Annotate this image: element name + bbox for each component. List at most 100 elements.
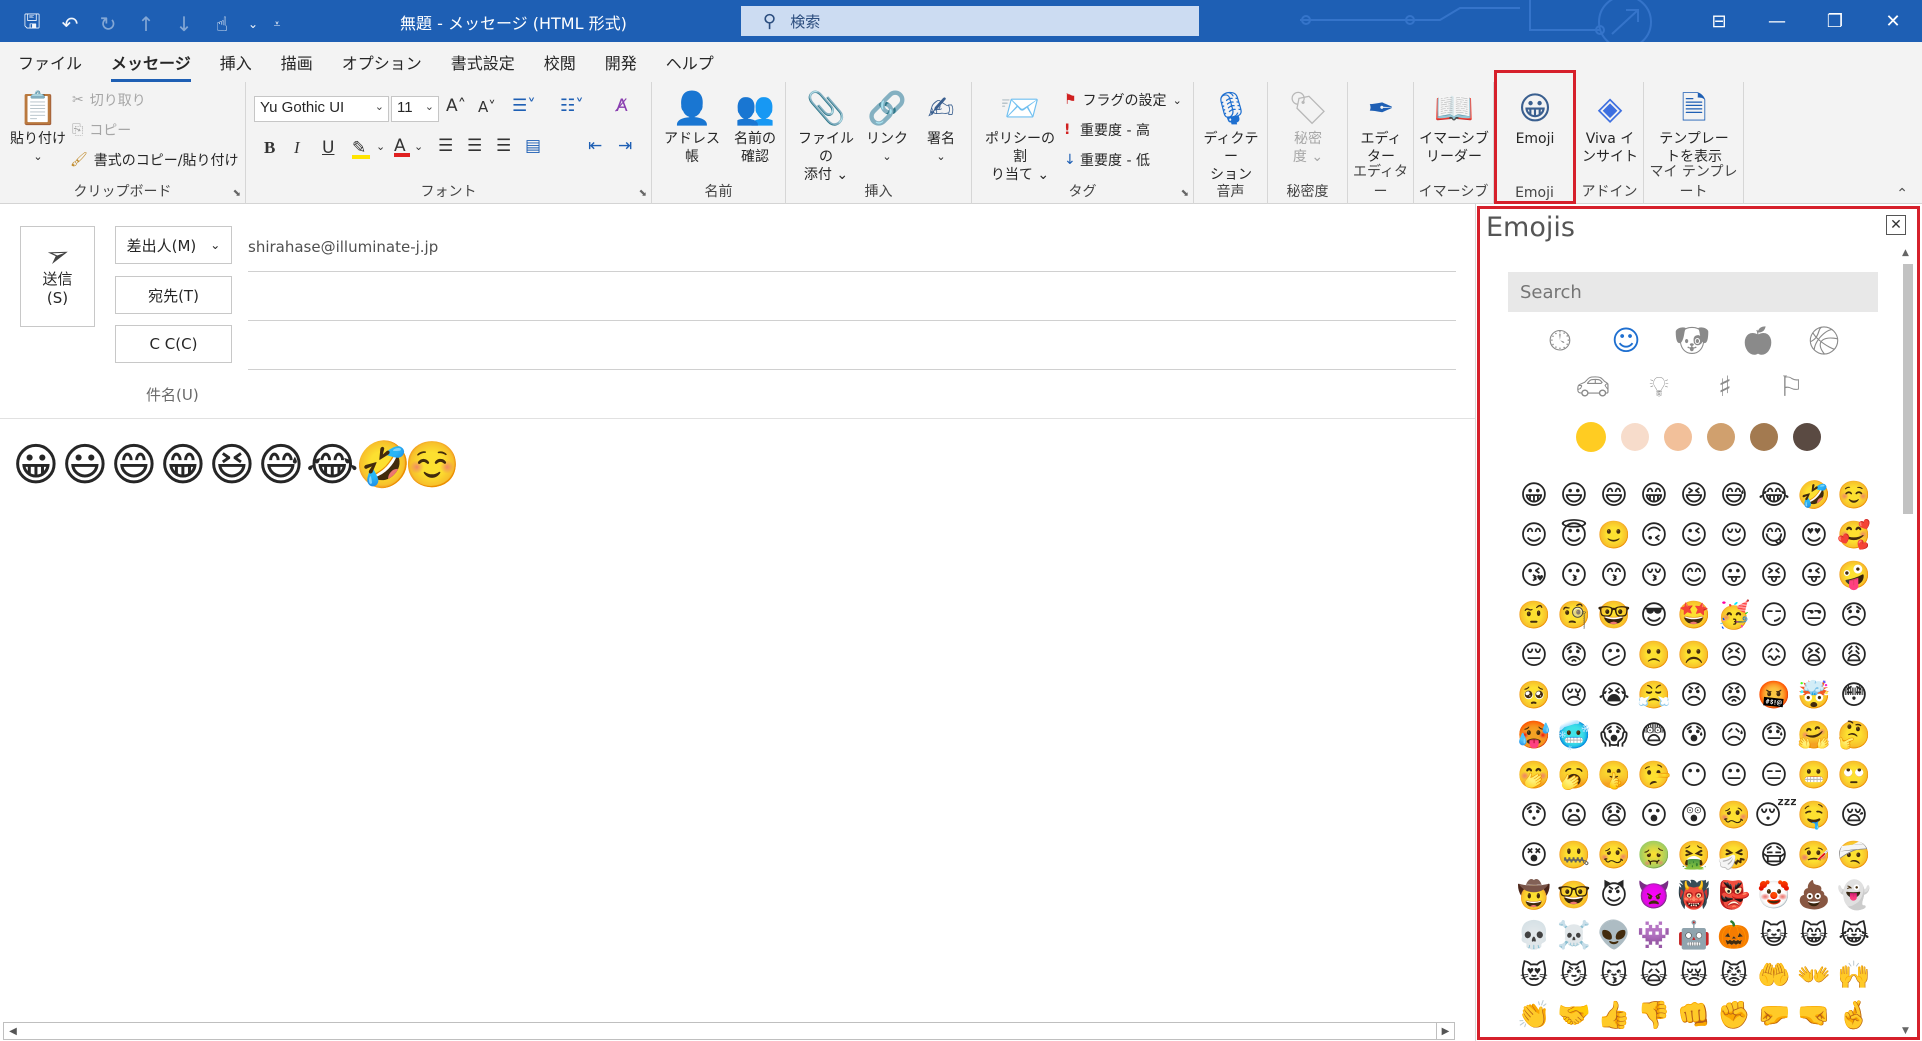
emoji-item[interactable]: 🤝 <box>1554 996 1594 1036</box>
sensitivity-button[interactable]: 🏷 秘密 度 ⌄ <box>1278 86 1338 166</box>
emoji-item[interactable]: 💩 <box>1794 876 1834 916</box>
redo-icon[interactable]: ↻ <box>94 12 122 36</box>
emoji-item[interactable]: 😟 <box>1554 636 1594 676</box>
emoji-item[interactable]: 🤢 <box>1634 836 1674 876</box>
emoji-item[interactable]: ☠️ <box>1554 916 1594 956</box>
cc-field[interactable] <box>248 369 1456 370</box>
chevron-down-icon[interactable]: ⌄ <box>246 17 260 31</box>
shrink-font-icon[interactable]: A˅ <box>478 98 496 116</box>
clear-formatting-icon[interactable]: A̸ <box>616 96 628 116</box>
increase-indent-icon[interactable]: ⇥ <box>618 136 632 156</box>
emoji-item[interactable]: 😈 <box>1594 876 1634 916</box>
emoji-search-input[interactable] <box>1508 272 1878 312</box>
cc-button[interactable]: C C(C) <box>115 325 232 363</box>
tab-message[interactable]: メッセージ <box>111 50 191 82</box>
emoji-item[interactable]: 😊 <box>1514 516 1554 556</box>
dialog-launcher-icon[interactable]: ⬊ <box>233 188 241 199</box>
emoji-panel-scrollbar[interactable]: ▲ ▼ <box>1900 248 1916 1036</box>
scrollbar-thumb[interactable] <box>1903 264 1913 514</box>
emoji-item[interactable]: 😭 <box>1594 676 1634 716</box>
horizontal-scrollbar[interactable]: ◀ ▶ <box>3 1022 1455 1040</box>
address-book-button[interactable]: 👤 アドレス帳 <box>662 86 722 166</box>
emoji-item[interactable]: 😗 <box>1554 556 1594 596</box>
emoji-item[interactable]: ✊ <box>1714 996 1754 1036</box>
view-templates-button[interactable]: 🗎 テンプレー トを表示 <box>1652 86 1736 166</box>
emoji-item[interactable]: 🤤 <box>1794 796 1834 836</box>
emoji-item[interactable]: 😶 <box>1674 756 1714 796</box>
skin-tone-swatch[interactable] <box>1707 423 1735 451</box>
link-button[interactable]: 🔗 リンク ⌄ <box>862 86 912 166</box>
emoji-item[interactable]: 😱 <box>1594 716 1634 756</box>
emoji-item[interactable]: 😷 <box>1754 836 1794 876</box>
font-name-select[interactable]: Yu Gothic UI ⌄ <box>254 96 389 122</box>
align-center-icon[interactable]: ☰ <box>467 136 482 156</box>
emoji-item[interactable]: 🥰 <box>1834 516 1874 556</box>
emoji-item[interactable]: 😳 <box>1834 676 1874 716</box>
viva-insights-button[interactable]: ◈ Viva イ ンサイト <box>1580 86 1640 166</box>
chevron-down-icon[interactable]: ⌄ <box>376 140 385 153</box>
emoji-item[interactable]: 👿 <box>1634 876 1674 916</box>
emoji-item[interactable]: 😖 <box>1754 636 1794 676</box>
emoji-item[interactable]: 😢 <box>1554 676 1594 716</box>
emoji-item[interactable]: 😠 <box>1674 676 1714 716</box>
emoji-item[interactable]: 😵 <box>1514 836 1554 876</box>
emoji-item[interactable]: 😒 <box>1794 596 1834 636</box>
emoji-item[interactable]: 🤯 <box>1794 676 1834 716</box>
emoji-item[interactable]: 🤥 <box>1634 756 1674 796</box>
grow-font-icon[interactable]: A˄ <box>446 96 466 116</box>
emoji-item[interactable]: 🤐 <box>1554 836 1594 876</box>
emoji-item[interactable]: 😐 <box>1714 756 1754 796</box>
emoji-item[interactable]: 👽 <box>1594 916 1634 956</box>
emoji-item[interactable]: 😫 <box>1794 636 1834 676</box>
scroll-down-icon[interactable]: ▼ <box>1902 1026 1909 1036</box>
emoji-item[interactable]: 🥳 <box>1714 596 1754 636</box>
align-right-icon[interactable]: ☰ <box>496 136 511 156</box>
minimize-icon[interactable]: — <box>1748 0 1806 42</box>
emoji-item[interactable]: 🤖 <box>1674 916 1714 956</box>
touch-icon[interactable]: ☝ <box>208 12 236 36</box>
emoji-item[interactable]: 🤩 <box>1674 596 1714 636</box>
emoji-item[interactable]: 🥵 <box>1514 716 1554 756</box>
emoji-item[interactable]: 🤒 <box>1794 836 1834 876</box>
emoji-item[interactable]: 😎 <box>1634 596 1674 636</box>
emoji-item[interactable]: 🤗 <box>1794 716 1834 756</box>
emoji-item[interactable]: 😺 <box>1754 916 1794 956</box>
customize-icon[interactable]: ⩡ <box>270 17 284 32</box>
emoji-item[interactable]: 😝 <box>1754 556 1794 596</box>
skin-tone-swatch[interactable] <box>1576 422 1606 452</box>
to-button[interactable]: 宛先(T) <box>115 276 232 314</box>
cut-button[interactable]: ✂ 切り取り <box>72 90 146 110</box>
font-color-icon[interactable]: A <box>394 136 410 157</box>
emoji-item[interactable]: 🙌 <box>1834 956 1874 996</box>
emoji-item[interactable]: ☹️ <box>1674 636 1714 676</box>
flags-icon[interactable]: ⚐ <box>1758 370 1824 404</box>
tab-file[interactable]: ファイル <box>18 50 82 74</box>
emoji-item[interactable]: 🤜 <box>1794 996 1834 1036</box>
tab-options[interactable]: オプション <box>342 50 422 74</box>
emoji-item[interactable]: 🤮 <box>1674 836 1714 876</box>
emoji-item[interactable]: 😨 <box>1634 716 1674 756</box>
emoji-item[interactable]: 😃 <box>1554 476 1594 516</box>
emoji-item[interactable]: 😅 <box>1714 476 1754 516</box>
emoji-item[interactable]: 😲 <box>1674 796 1714 836</box>
emoji-item[interactable]: 🤞 <box>1834 996 1874 1036</box>
undo-icon[interactable]: ↶ <box>56 12 84 36</box>
emoji-item[interactable]: 🤓 <box>1554 876 1594 916</box>
emoji-item[interactable]: 🥴 <box>1714 796 1754 836</box>
emoji-item[interactable]: 😰 <box>1674 716 1714 756</box>
up-icon[interactable]: ↑ <box>132 12 160 36</box>
emoji-item[interactable]: 😌 <box>1714 516 1754 556</box>
justify-icon[interactable]: ▤ <box>525 136 541 156</box>
emoji-item[interactable]: 😑 <box>1754 756 1794 796</box>
emoji-item[interactable]: 🙁 <box>1634 636 1674 676</box>
emoji-item[interactable]: 🤪 <box>1834 556 1874 596</box>
emoji-item[interactable]: 😽 <box>1594 956 1634 996</box>
save-icon[interactable]: 🖫 <box>18 7 46 41</box>
tab-draw[interactable]: 描画 <box>281 50 313 74</box>
tab-developer[interactable]: 開発 <box>605 50 637 74</box>
dictate-button[interactable]: 🎙 ディクテー ション <box>1200 86 1262 184</box>
underline-button[interactable]: U <box>322 138 334 158</box>
assign-policy-button[interactable]: 📨 ポリシーの割 り当て ⌄ <box>980 86 1060 184</box>
emoji-item[interactable]: 😯 <box>1514 796 1554 836</box>
paste-button[interactable]: 📋 貼り付け ⌄ <box>10 86 66 166</box>
